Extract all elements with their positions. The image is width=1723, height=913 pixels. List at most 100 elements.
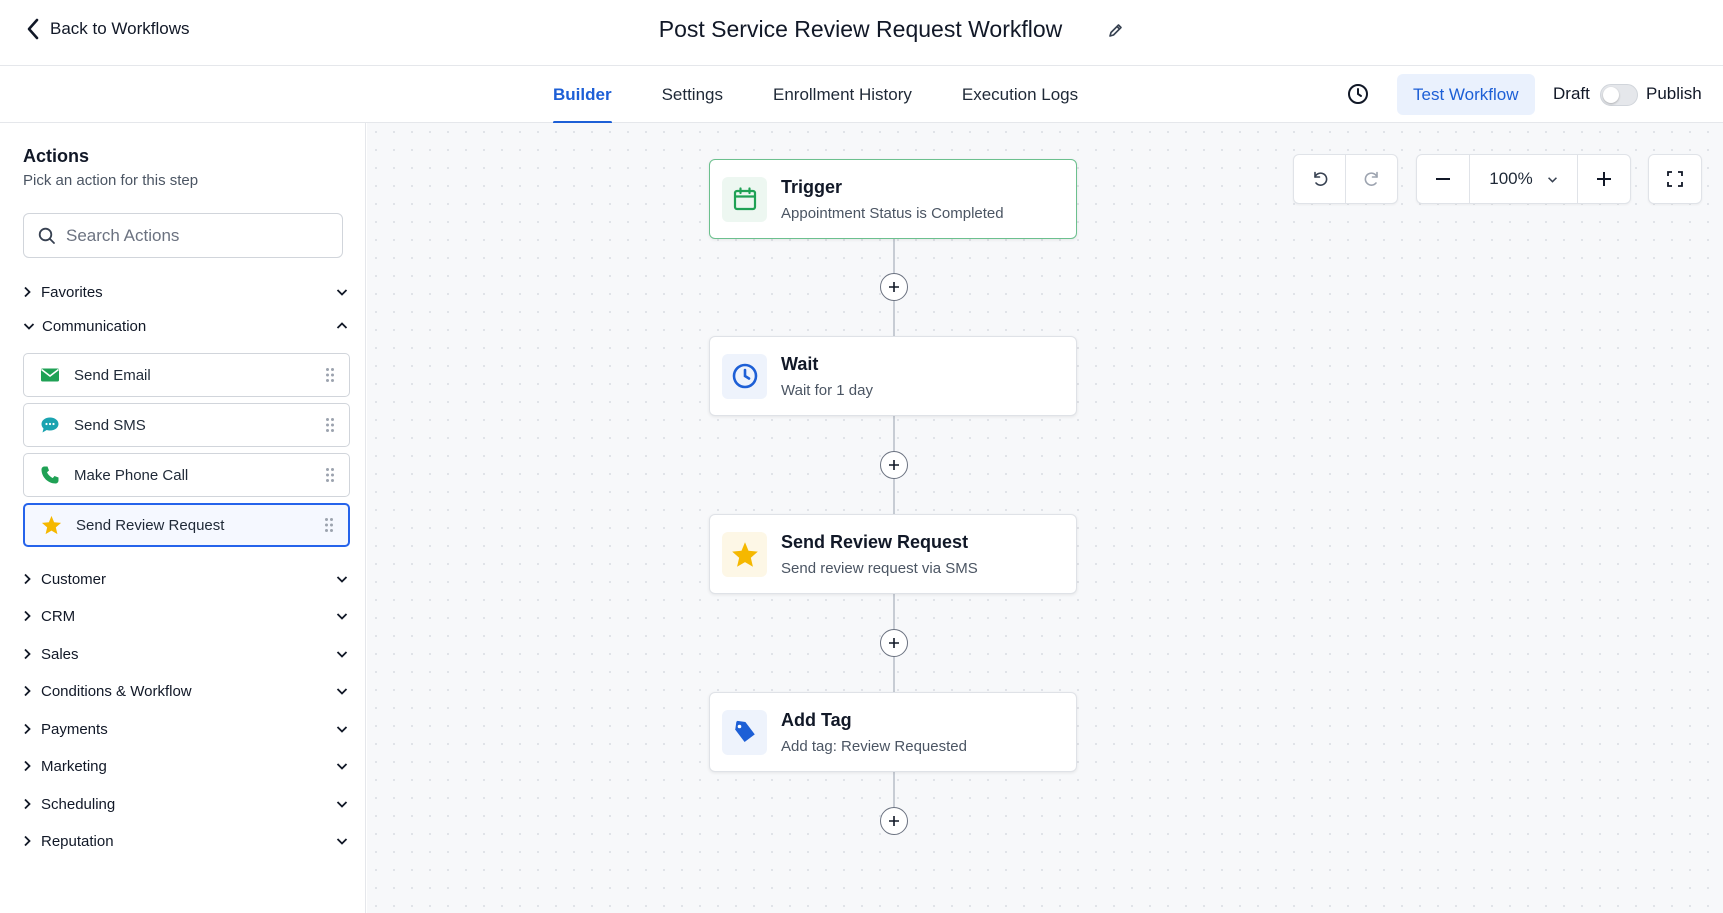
action-label: Send Review Request [76, 516, 225, 534]
chevron-down-icon [336, 288, 348, 296]
fullscreen-button[interactable] [1649, 154, 1701, 204]
chevron-right-icon [23, 798, 31, 810]
category-marketing[interactable]: Marketing [23, 754, 348, 778]
zoom-out-button[interactable] [1417, 154, 1469, 204]
node-title: Send Review Request [781, 531, 969, 552]
redo-icon [1364, 171, 1378, 186]
category-label: Payments [41, 720, 108, 738]
chevron-down-icon [336, 612, 348, 620]
category-reputation[interactable]: Reputation [23, 829, 348, 853]
category-sales[interactable]: Sales [23, 642, 348, 666]
tab-enrollment-history[interactable]: Enrollment History [773, 66, 912, 123]
drag-handle-icon[interactable] [324, 517, 334, 533]
chevron-down-icon [336, 687, 348, 695]
chevron-right-icon [23, 573, 31, 585]
title-area: Post Service Review Request Workflow [0, 16, 1723, 43]
add-step-button[interactable] [880, 629, 908, 657]
chevron-right-icon [23, 760, 31, 772]
node-subtitle: Wait for 1 day [781, 381, 873, 399]
category-label: Marketing [41, 757, 107, 775]
pencil-icon[interactable] [1108, 22, 1124, 38]
publish-label: Publish [1646, 84, 1702, 103]
node-subtitle: Add tag: Review Requested [781, 737, 967, 755]
node-text: Send Review Request Send review request … [781, 532, 978, 577]
tab-bar: Builder Settings Enrollment History Exec… [0, 66, 1723, 124]
chevron-right-icon [23, 685, 31, 697]
tab-settings[interactable]: Settings [662, 66, 723, 123]
category-conditions-workflow[interactable]: Conditions & Workflow [23, 679, 348, 703]
category-label: Communication [42, 317, 147, 335]
zoom-in-button[interactable] [1578, 154, 1630, 204]
tab-execution-logs[interactable]: Execution Logs [962, 66, 1078, 123]
node-wait[interactable]: Wait Wait for 1 day [709, 336, 1077, 416]
node-text: Add Tag Add tag: Review Requested [781, 710, 967, 755]
chevron-down-icon [336, 575, 348, 583]
node-add-tag[interactable]: Add Tag Add tag: Review Requested [709, 692, 1077, 772]
node-text: Trigger Appointment Status is Completed [781, 177, 1004, 222]
action-label: Send Email [74, 366, 151, 384]
plus-icon [889, 638, 899, 648]
node-text: Wait Wait for 1 day [781, 354, 873, 399]
history-clock-icon[interactable] [1346, 82, 1370, 106]
chevron-down-icon [23, 322, 35, 330]
action-make-phone-call[interactable]: Make Phone Call [23, 453, 350, 497]
tab-builder[interactable]: Builder [553, 66, 612, 124]
sidebar-subtitle: Pick an action for this step [23, 172, 199, 189]
category-label: Scheduling [41, 795, 116, 813]
category-label: Conditions & Workflow [41, 682, 192, 700]
node-subtitle: Appointment Status is Completed [781, 204, 1004, 222]
add-step-button[interactable] [880, 451, 908, 479]
node-trigger[interactable]: Trigger Appointment Status is Completed [709, 159, 1077, 239]
star-icon [722, 531, 767, 577]
page-title: Post Service Review Request Workflow [658, 16, 1063, 42]
add-step-button[interactable] [880, 807, 908, 835]
sidebar-title: Actions [23, 146, 90, 166]
plus-icon [889, 460, 899, 470]
undo-button[interactable] [1294, 154, 1345, 204]
action-label: Make Phone Call [74, 466, 189, 484]
drag-handle-icon[interactable] [325, 467, 335, 483]
publish-toggle[interactable] [1600, 84, 1638, 106]
plus-icon [1597, 172, 1612, 186]
category-label: Sales [41, 645, 79, 663]
category-crm[interactable]: CRM [23, 604, 348, 628]
zoom-select[interactable]: 100% [1470, 154, 1578, 204]
chevron-down-icon [336, 650, 348, 658]
category-favorites[interactable]: Favorites [23, 280, 348, 304]
category-label: Reputation [41, 832, 114, 850]
node-title: Trigger [781, 176, 843, 197]
top-bar: Back to Workflows Post Service Review Re… [0, 0, 1723, 66]
draft-label: Draft [1553, 84, 1590, 103]
category-label: Customer [41, 570, 107, 588]
chevron-right-icon [23, 610, 31, 622]
test-workflow-button[interactable]: Test Workflow [1397, 74, 1535, 115]
calendar-icon [722, 176, 767, 222]
action-label: Send SMS [74, 416, 146, 434]
category-payments[interactable]: Payments [23, 717, 348, 741]
action-send-email[interactable]: Send Email [23, 353, 350, 397]
actions-sidebar: Actions Pick an action for this step Fav… [0, 123, 366, 913]
category-scheduling[interactable]: Scheduling [23, 792, 348, 816]
tabs: Builder Settings Enrollment History Exec… [553, 66, 1128, 124]
chevron-up-icon [336, 322, 348, 330]
drag-handle-icon[interactable] [325, 367, 335, 383]
redo-button[interactable] [1346, 154, 1397, 204]
chevron-down-icon [336, 837, 348, 845]
clock-icon [722, 353, 767, 399]
toggle-knob [1603, 87, 1619, 103]
action-send-review-request[interactable]: Send Review Request [23, 503, 350, 547]
category-communication[interactable]: Communication [23, 314, 348, 338]
search-box [23, 213, 343, 258]
action-send-sms[interactable]: Send SMS [23, 403, 350, 447]
workflow-canvas[interactable]: Trigger Appointment Status is Completed … [367, 123, 1723, 913]
category-label: Favorites [41, 283, 103, 301]
node-subtitle: Send review request via SMS [781, 559, 978, 577]
add-step-button[interactable] [880, 273, 908, 301]
minus-icon [1435, 178, 1450, 180]
node-send-review-request[interactable]: Send Review Request Send review request … [709, 514, 1077, 594]
fullscreen-control [1648, 154, 1702, 204]
search-actions-input[interactable] [66, 225, 316, 246]
chevron-right-icon [23, 723, 31, 735]
category-customer[interactable]: Customer [23, 567, 348, 591]
drag-handle-icon[interactable] [325, 417, 335, 433]
